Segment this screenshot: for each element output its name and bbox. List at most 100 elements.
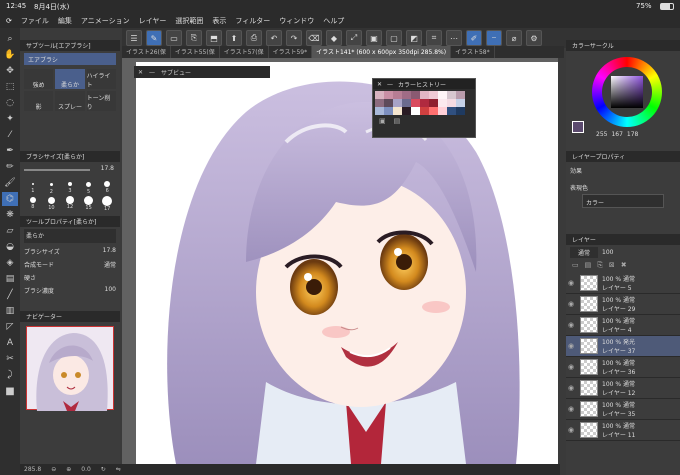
color-history-swatch[interactable]: [456, 99, 465, 107]
hand-tool-icon[interactable]: ✋: [2, 48, 18, 62]
clear-icon[interactable]: ⌫: [306, 30, 322, 46]
new-file-icon[interactable]: ▭: [166, 30, 182, 46]
tab-doc-57[interactable]: イラスト57(保: [220, 46, 269, 58]
frame-tool-icon[interactable]: ▥: [2, 304, 18, 318]
fill-tool-icon[interactable]: ◈: [2, 256, 18, 270]
size-preset[interactable]: 17: [98, 196, 116, 212]
layer-row-selected[interactable]: ◉ 100 % 発光 レイヤー 37: [566, 336, 680, 357]
layer-row[interactable]: ◉ 100 % 通常 レイヤー 5: [566, 273, 680, 294]
prop-blend-mode[interactable]: 合成モード 通常: [20, 258, 120, 271]
angle-value[interactable]: 0.0: [81, 466, 91, 473]
layer-row[interactable]: ◉ 100 % 通常 レイヤー 12: [566, 378, 680, 399]
layer-row[interactable]: ◉ 100 % 通常 レイヤー 4: [566, 315, 680, 336]
color-history-swatch[interactable]: [420, 99, 429, 107]
snap-icon[interactable]: ⋯: [446, 30, 462, 46]
stabilizer-icon[interactable]: ✐: [466, 30, 482, 46]
color-history-swatch[interactable]: [375, 107, 384, 115]
minimize-icon[interactable]: —: [387, 81, 393, 88]
save-icon[interactable]: ⬒: [206, 30, 222, 46]
eye-icon[interactable]: ◉: [566, 321, 576, 329]
color-history-swatch[interactable]: [420, 107, 429, 115]
eye-icon[interactable]: ◉: [566, 363, 576, 371]
color-history-swatch[interactable]: [438, 91, 447, 99]
size-preset[interactable]: 1: [24, 180, 42, 195]
clip-icon[interactable]: ⎘: [597, 261, 603, 271]
size-preset[interactable]: 12: [61, 196, 79, 212]
zoom-in-icon[interactable]: ⊕: [66, 466, 71, 473]
color-history-swatch[interactable]: [411, 91, 420, 99]
eye-icon[interactable]: ◉: [566, 279, 576, 287]
decoration-tool-icon[interactable]: ❋: [2, 208, 18, 222]
rotate-icon[interactable]: ↻: [101, 466, 106, 473]
correct-line-icon[interactable]: ⤸: [2, 368, 18, 382]
prop-brush-size[interactable]: ブラシサイズ 17.8: [20, 245, 120, 258]
size-preset[interactable]: 10: [43, 196, 61, 212]
menu-window[interactable]: ウィンドウ: [279, 16, 314, 26]
color-circle[interactable]: 255 167 178: [566, 51, 680, 138]
lasso-tool-icon[interactable]: ◌: [2, 96, 18, 110]
color-history-swatch[interactable]: [384, 107, 393, 115]
menu-file[interactable]: ファイル: [21, 16, 49, 26]
pen-tool-icon[interactable]: ✒: [2, 144, 18, 158]
delete-color-icon[interactable]: ▤: [394, 117, 401, 127]
magic-wand-icon[interactable]: ✦: [2, 112, 18, 126]
size-preset[interactable]: 2: [43, 180, 61, 195]
zoom-tool-icon[interactable]: ⌕: [2, 32, 18, 46]
pencil-tool-icon[interactable]: ✏: [2, 160, 18, 174]
color-history-swatch[interactable]: [384, 99, 393, 107]
tab-doc-58[interactable]: イラスト58*: [451, 46, 495, 58]
brush-tool-icon[interactable]: 🖌: [2, 176, 18, 190]
select-all-icon[interactable]: ▣: [366, 30, 382, 46]
export-icon[interactable]: ⬆: [226, 30, 242, 46]
canvas-area[interactable]: [122, 58, 558, 464]
color-history-swatch[interactable]: [429, 91, 438, 99]
size-preset[interactable]: 5: [80, 180, 98, 195]
fill-icon[interactable]: ◆: [326, 30, 342, 46]
eyedropper-icon[interactable]: ⁄: [2, 128, 18, 142]
layer-row[interactable]: ◉ 100 % 通常 レイヤー 36: [566, 357, 680, 378]
prop-hardness[interactable]: 硬さ: [20, 271, 120, 284]
canvas-paper[interactable]: [136, 62, 558, 464]
color-history-swatch[interactable]: [384, 91, 393, 99]
layer-row[interactable]: ◉ 100 % 通常 レイヤー 29: [566, 294, 680, 315]
color-history-swatch[interactable]: [402, 99, 411, 107]
deselect-icon[interactable]: ▢: [386, 30, 402, 46]
figure-tool-icon[interactable]: ╱: [2, 288, 18, 302]
menu-filter[interactable]: フィルター: [235, 16, 270, 26]
blend-tool-icon[interactable]: ◒: [2, 240, 18, 254]
layer-opacity[interactable]: 100: [602, 249, 613, 256]
close-icon[interactable]: ✕: [138, 69, 143, 76]
menu-layer[interactable]: レイヤー: [139, 16, 167, 26]
zoom-value[interactable]: 285.8: [24, 466, 41, 473]
color-history-swatch[interactable]: [456, 91, 465, 99]
color-history-swatch[interactable]: [411, 107, 420, 115]
text-tool-icon[interactable]: A: [2, 336, 18, 350]
layer-blend-select[interactable]: 通常: [570, 246, 599, 258]
color-history-swatch[interactable]: [429, 99, 438, 107]
subtool-strong[interactable]: 強め: [24, 69, 54, 89]
menu-animation[interactable]: アニメーション: [81, 16, 130, 26]
tab-doc-55[interactable]: イラスト55(保: [171, 46, 220, 58]
pen-mode-icon[interactable]: ✎: [146, 30, 162, 46]
tab-doc-26[interactable]: イラスト26(保: [122, 46, 171, 58]
color-history-swatch[interactable]: [438, 99, 447, 107]
color-history-swatch[interactable]: [402, 91, 411, 99]
airbrush-tool-icon[interactable]: ⌬: [2, 192, 18, 206]
color-history-swatch[interactable]: [429, 107, 438, 115]
size-preset[interactable]: 15: [80, 196, 98, 212]
eraser-tool-icon[interactable]: ▱: [2, 224, 18, 238]
flip-icon[interactable]: ⇋: [116, 466, 121, 473]
print-icon[interactable]: ⎙: [246, 30, 262, 46]
menu-view[interactable]: 表示: [212, 16, 226, 26]
tab-doc-141[interactable]: イラスト141* (600 x 600px 350dpi 285.8%): [312, 46, 452, 58]
ruler-tool-icon[interactable]: ◸: [2, 320, 18, 334]
color-history-swatch[interactable]: [375, 91, 384, 99]
open-file-icon[interactable]: ⎘: [186, 30, 202, 46]
layer-row[interactable]: ◉ 100 % 通常 レイヤー 11: [566, 420, 680, 441]
subview-window[interactable]: ✕ — サブビュー: [134, 66, 270, 78]
menu-icon[interactable]: ☰: [126, 30, 142, 46]
subtool-soft[interactable]: 柔らか: [55, 69, 85, 89]
gradient-tool-icon[interactable]: ▤: [2, 272, 18, 286]
color-history-swatch[interactable]: [447, 99, 456, 107]
close-icon[interactable]: ✕: [377, 81, 382, 88]
